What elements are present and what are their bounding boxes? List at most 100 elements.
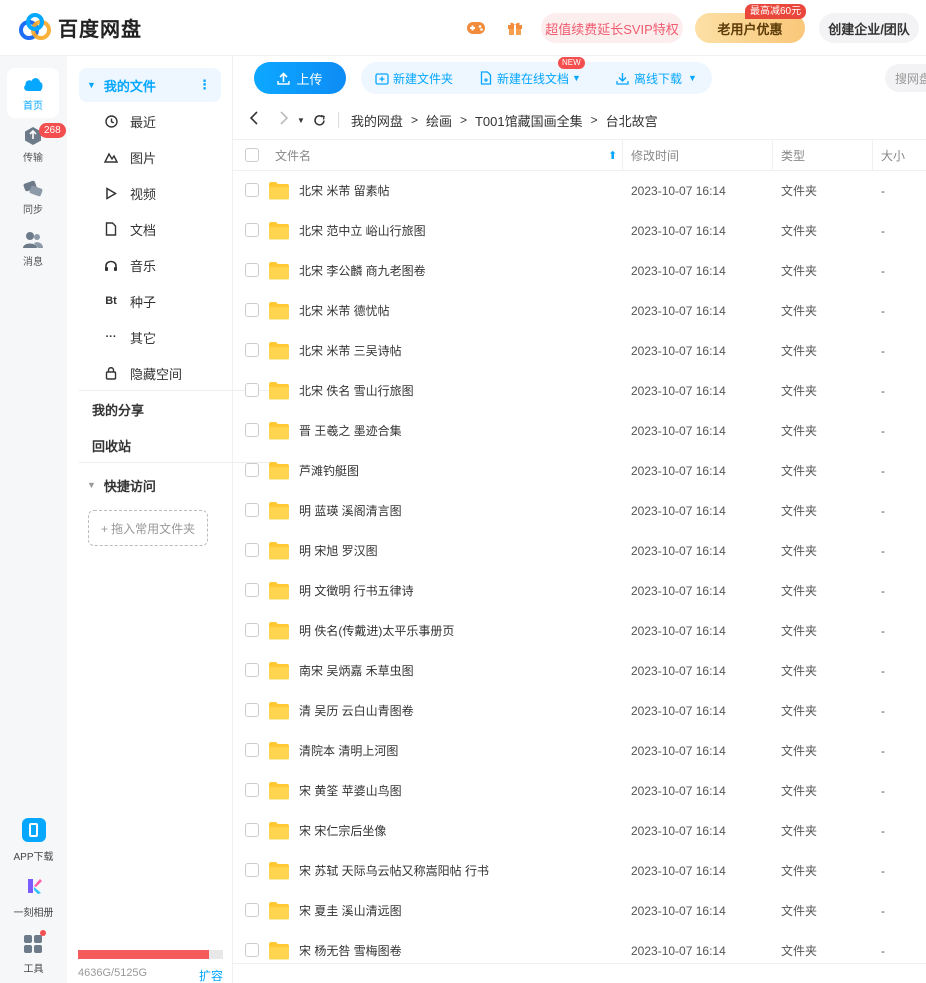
row-checkbox[interactable] [245,703,259,717]
offline-download-button[interactable]: 离线下载 ▼ [616,62,697,94]
file-name[interactable]: 宋 苏轼 天际乌云帖又称嵩阳帖 行书 [299,851,489,891]
row-checkbox[interactable] [245,823,259,837]
rail-item-messages[interactable]: 消息 [7,224,59,274]
breadcrumb-root[interactable]: 我的网盘 [351,111,403,130]
table-row[interactable]: 明 文徵明 行书五律诗 2023-10-07 16:14 文件夹 - [233,571,926,611]
table-row[interactable]: 北宋 李公麟 商九老图卷 2023-10-07 16:14 文件夹 - [233,251,926,291]
row-checkbox[interactable] [245,863,259,877]
file-name[interactable]: 明 文徵明 行书五律诗 [299,571,414,611]
app-logo[interactable]: 百度网盘 [18,12,142,42]
sidebar-item-images[interactable]: 图片 [79,140,221,174]
row-checkbox[interactable] [245,463,259,477]
sidebar-item-others[interactable]: ··· 其它 [79,320,221,354]
history-dropdown-icon[interactable]: ▼ [297,116,305,125]
table-row[interactable]: 明 佚名(传戴进)太平乐事册页 2023-10-07 16:14 文件夹 - [233,611,926,651]
file-name[interactable]: 宋 宋仁宗后坐像 [299,811,386,851]
table-row[interactable]: 北宋 佚名 雪山行旅图 2023-10-07 16:14 文件夹 - [233,371,926,411]
sort-ascending-icon[interactable]: ⬆ [608,140,617,170]
table-row[interactable]: 明 宋旭 罗汉图 2023-10-07 16:14 文件夹 - [233,531,926,571]
refresh-icon[interactable] [313,114,326,127]
file-name[interactable]: 北宋 米芾 留素帖 [299,171,390,211]
column-header-name[interactable]: 文件名 [275,140,311,170]
rail-item-sync[interactable]: 同步 [7,172,59,222]
expand-storage-link[interactable]: 扩容 [199,967,223,983]
row-checkbox[interactable] [245,943,259,957]
table-row[interactable]: 芦滩钓艇图 2023-10-07 16:14 文件夹 - [233,451,926,491]
upload-button[interactable]: 上传 [254,62,346,94]
table-row[interactable]: 晋 王羲之 墨迹合集 2023-10-07 16:14 文件夹 - [233,411,926,451]
row-checkbox[interactable] [245,743,259,757]
file-name[interactable]: 南宋 吴炳嘉 禾草虫图 [299,651,414,691]
table-row[interactable]: 明 蓝瑛 溪阁清言图 2023-10-07 16:14 文件夹 - [233,491,926,531]
drop-favorite-folder-zone[interactable]: + 拖入常用文件夹 [88,510,208,546]
row-checkbox[interactable] [245,663,259,677]
file-name[interactable]: 晋 王羲之 墨迹合集 [299,411,402,451]
row-checkbox[interactable] [245,223,259,237]
gift-icon[interactable] [503,16,527,40]
breadcrumb-item[interactable]: 绘画 [426,111,452,130]
rail-item-transfer[interactable]: 传输 268 [7,120,66,170]
row-checkbox[interactable] [245,303,259,317]
sidebar-item-quick-access[interactable]: ▼ 快捷访问 [79,468,221,502]
table-row[interactable]: 北宋 米芾 留素帖 2023-10-07 16:14 文件夹 - [233,171,926,211]
forward-arrow-icon[interactable] [273,111,295,129]
row-checkbox[interactable] [245,503,259,517]
table-row[interactable]: 宋 苏轼 天际乌云帖又称嵩阳帖 行书 2023-10-07 16:14 文件夹 - [233,851,926,891]
table-row[interactable]: 宋 夏圭 溪山清远图 2023-10-07 16:14 文件夹 - [233,891,926,931]
create-enterprise-button[interactable]: 创建企业/团队 [819,13,919,43]
file-name[interactable]: 明 蓝瑛 溪阁清言图 [299,491,402,531]
table-row[interactable]: 宋 宋仁宗后坐像 2023-10-07 16:14 文件夹 - [233,811,926,851]
select-all-checkbox[interactable] [245,148,259,162]
rail-item-tools[interactable]: 工具 [0,930,67,975]
sidebar-item-documents[interactable]: 文档 [79,212,221,246]
svip-promo-button[interactable]: 超值续费延长SVIP特权 [541,13,683,43]
rail-item-app-download[interactable]: APP下载 [0,818,67,863]
sidebar-item-music[interactable]: 音乐 [79,248,221,282]
row-checkbox[interactable] [245,423,259,437]
sidebar-item-recycle-bin[interactable]: 回收站 [79,428,221,462]
table-row[interactable]: 宋 杨无咎 雪梅图卷 2023-10-07 16:14 文件夹 - [233,931,926,963]
file-name[interactable]: 北宋 李公麟 商九老图卷 [299,251,426,291]
sidebar-item-torrents[interactable]: Bt 种子 [79,284,221,318]
table-row[interactable]: 北宋 米芾 三吴诗帖 2023-10-07 16:14 文件夹 - [233,331,926,371]
row-checkbox[interactable] [245,383,259,397]
file-name[interactable]: 芦滩钓艇图 [299,451,359,491]
table-row[interactable]: 清 吴历 云白山青图卷 2023-10-07 16:14 文件夹 - [233,691,926,731]
column-header-size[interactable]: 大小 [881,140,905,170]
row-checkbox[interactable] [245,583,259,597]
rail-item-album[interactable]: 一刻相册 [0,874,67,919]
rail-item-home[interactable]: 首页 [7,68,59,118]
row-checkbox[interactable] [245,623,259,637]
row-checkbox[interactable] [245,343,259,357]
column-header-modified[interactable]: 修改时间 [631,140,679,170]
file-name[interactable]: 宋 夏圭 溪山清远图 [299,891,402,931]
sidebar-item-recent[interactable]: 最近 [79,104,221,138]
row-checkbox[interactable] [245,183,259,197]
file-name[interactable]: 宋 黄筌 苹婆山鸟图 [299,771,402,811]
search-input[interactable]: 搜网盘 [885,64,926,92]
file-name[interactable]: 北宋 范中立 峪山行旅图 [299,211,426,251]
table-row[interactable]: 南宋 吴炳嘉 禾草虫图 2023-10-07 16:14 文件夹 - [233,651,926,691]
new-folder-button[interactable]: 新建文件夹 [375,62,453,94]
column-header-type[interactable]: 类型 [781,140,805,170]
table-row[interactable]: 清院本 清明上河图 2023-10-07 16:14 文件夹 - [233,731,926,771]
sidebar-item-my-files[interactable]: ▼ 我的文件 ⋮ [79,68,221,102]
sidebar-item-videos[interactable]: 视频 [79,176,221,210]
back-arrow-icon[interactable] [243,111,265,129]
row-checkbox[interactable] [245,783,259,797]
table-row[interactable]: 宋 黄筌 苹婆山鸟图 2023-10-07 16:14 文件夹 - [233,771,926,811]
file-name[interactable]: 清 吴历 云白山青图卷 [299,691,414,731]
file-name[interactable]: 北宋 佚名 雪山行旅图 [299,371,414,411]
file-name[interactable]: 宋 杨无咎 雪梅图卷 [299,931,402,963]
table-row[interactable]: 北宋 米芾 德忧帖 2023-10-07 16:14 文件夹 - [233,291,926,331]
breadcrumb-item[interactable]: T001馆藏国画全集 [475,111,583,130]
sidebar-item-my-share[interactable]: 我的分享 [79,392,221,426]
horizontal-scrollbar[interactable] [233,963,926,983]
row-checkbox[interactable] [245,263,259,277]
file-name[interactable]: 清院本 清明上河图 [299,731,398,771]
sidebar-item-hidden-space[interactable]: 隐藏空间 [79,356,221,390]
file-name[interactable]: 北宋 米芾 德忧帖 [299,291,390,331]
file-name[interactable]: 明 宋旭 罗汉图 [299,531,378,571]
row-checkbox[interactable] [245,903,259,917]
more-options-icon[interactable]: ⋮ [198,77,211,93]
